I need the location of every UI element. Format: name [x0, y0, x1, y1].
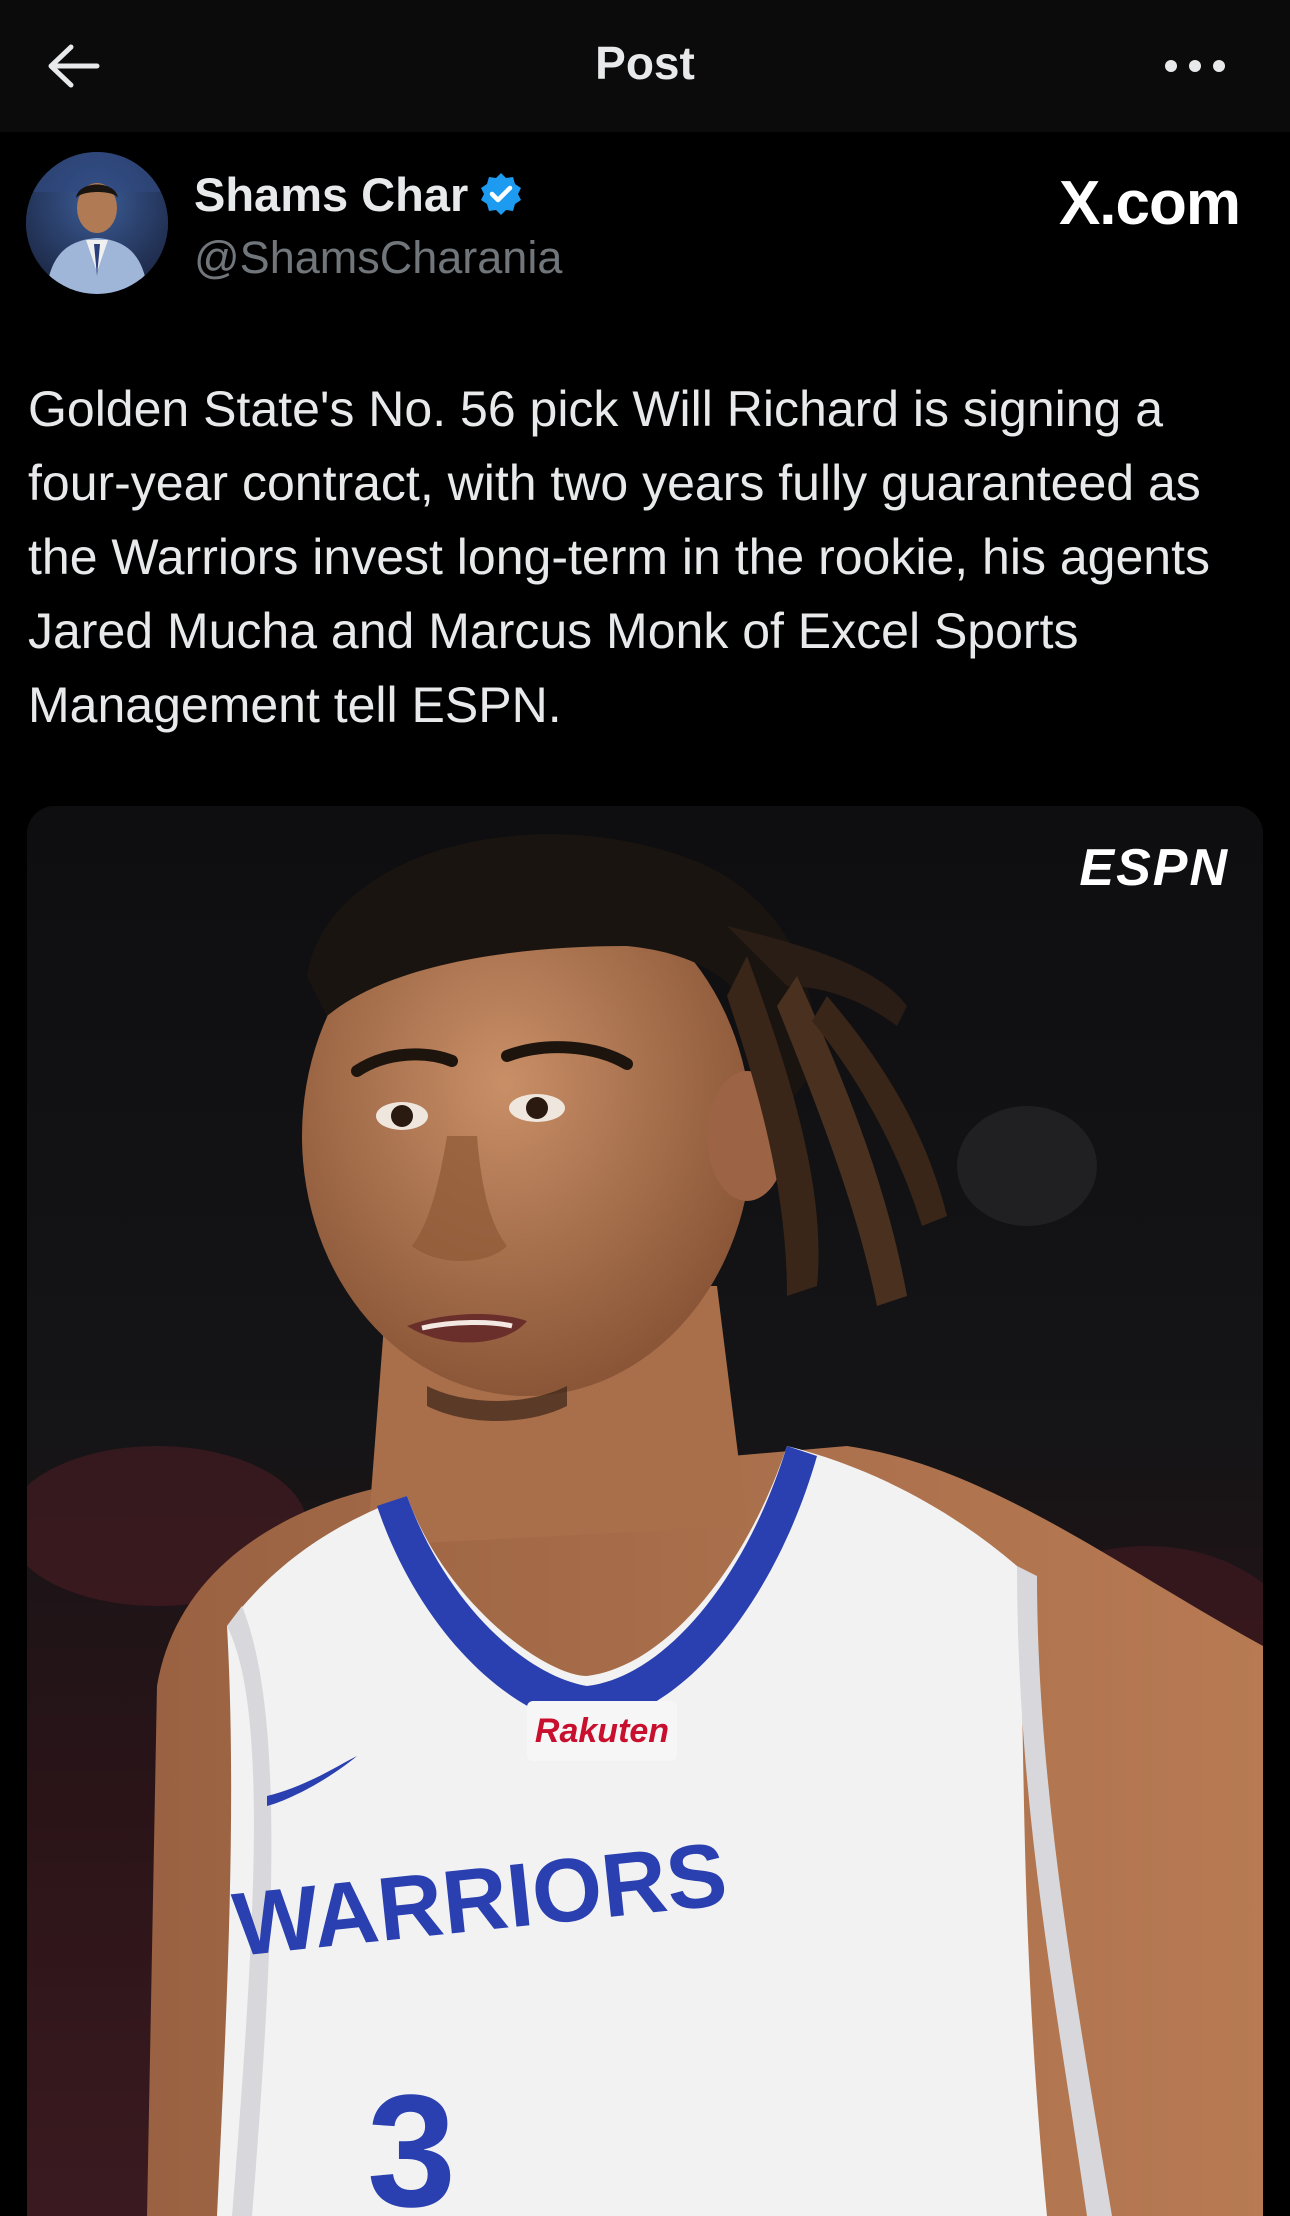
top-bar: Post — [0, 0, 1290, 132]
name-row: Shams Char — [194, 162, 524, 226]
more-options-button[interactable] — [1140, 36, 1250, 96]
tweet-media-image[interactable]: Rakuten WARRIORS 3 ESPN — [27, 806, 1263, 2216]
verified-badge-icon — [481, 173, 522, 215]
sponsor-patch: Rakuten — [535, 1712, 669, 1750]
jersey-number: 3 — [367, 2061, 456, 2216]
display-name[interactable]: Shams Char — [194, 167, 468, 222]
more-horizontal-icon — [1165, 60, 1225, 72]
avatar[interactable] — [26, 152, 168, 294]
page-title: Post — [595, 37, 695, 89]
tweet-text: Golden State's No. 56 pick Will Richard … — [28, 381, 1210, 733]
x-com-watermark: X.com — [1058, 169, 1241, 238]
player-photo: Rakuten WARRIORS 3 — [27, 806, 1263, 2216]
espn-logo: ESPN — [1079, 839, 1229, 897]
author-handle[interactable]: @ShamsCharania — [194, 232, 562, 284]
